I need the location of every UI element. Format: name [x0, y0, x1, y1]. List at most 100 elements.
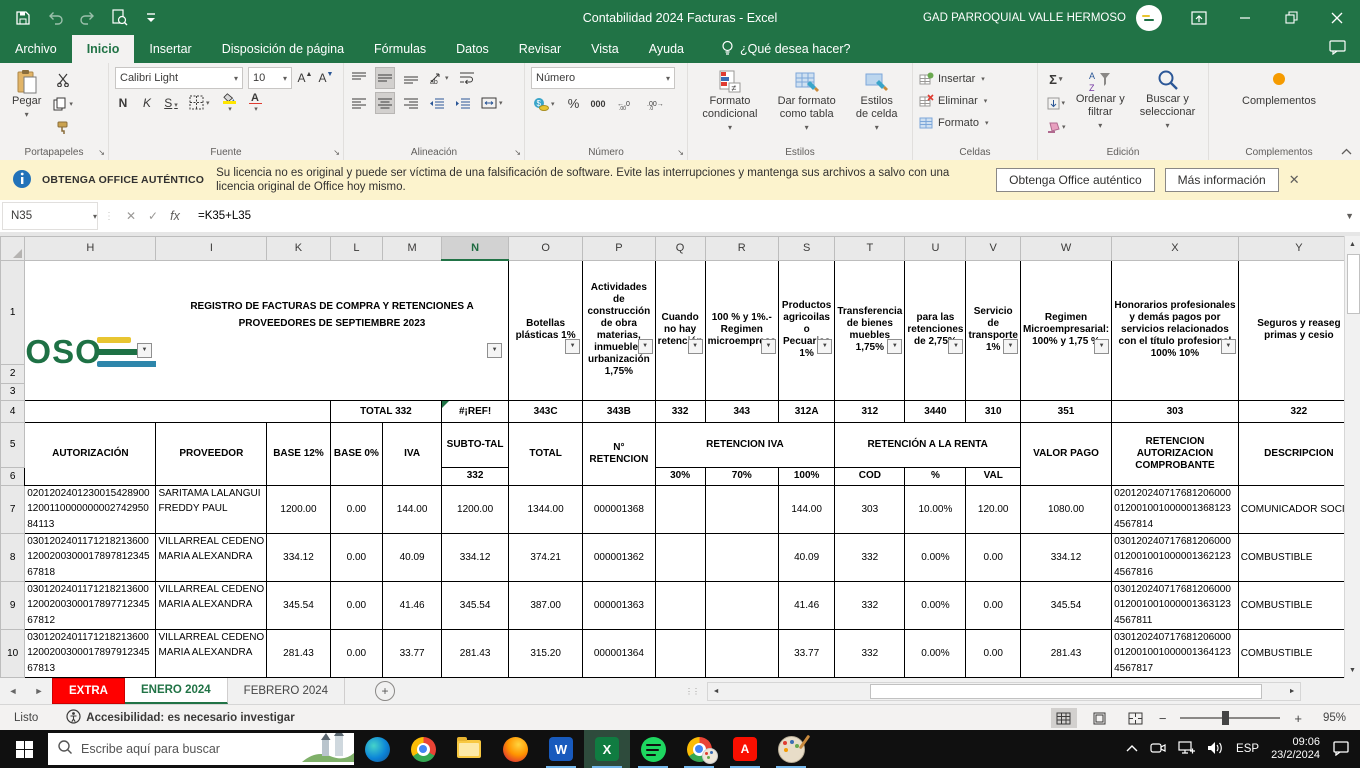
bold-button[interactable]: N [115, 96, 131, 110]
orientation-icon[interactable]: ab [427, 68, 451, 88]
table-cell[interactable]: 345.54 [442, 581, 509, 629]
filter-dropdown-v[interactable] [1003, 339, 1018, 354]
table-cell[interactable]: 0.00 [330, 533, 382, 581]
table-cell[interactable]: 374.21 [509, 533, 583, 581]
table-cell[interactable]: 000001363 [583, 581, 655, 629]
table-cell[interactable]: 345.54 [267, 581, 330, 629]
col-header-Y[interactable]: Y [1238, 237, 1359, 261]
decrease-font-icon[interactable]: A▼ [318, 71, 334, 85]
table-cell[interactable]: 33.77 [383, 629, 442, 677]
filter-dropdown-p[interactable] [638, 339, 653, 354]
header-microempresa[interactable]: 100 % y 1%.- Regimen microempresa [705, 260, 778, 400]
zoom-slider-thumb[interactable] [1222, 711, 1229, 725]
table-cell[interactable]: VILLARREAL CEDENO MARIA ALEXANDRA [156, 533, 267, 581]
cancel-icon[interactable]: ✕ [120, 209, 142, 223]
underline-button[interactable]: S [163, 96, 179, 110]
more-info-button[interactable]: Más información [1165, 168, 1279, 192]
format-cells-button[interactable]: Formato [919, 113, 1031, 132]
col-header-P[interactable]: P [583, 237, 655, 261]
ref-error-cell[interactable]: #¡REF! [442, 400, 509, 422]
col-header-W[interactable]: W [1020, 237, 1111, 261]
table-cell[interactable]: 10.00% [905, 485, 966, 533]
header-honorarios[interactable]: Honorarios profesionales y demás pagos p… [1112, 260, 1239, 400]
collapse-ribbon-icon[interactable] [1341, 147, 1352, 158]
table-cell[interactable]: 0.00 [330, 629, 382, 677]
insert-function-icon[interactable]: fx [164, 209, 186, 223]
sheet-tab-febrero[interactable]: FEBRERO 2024 [228, 678, 345, 704]
sheet-tab-extra[interactable]: EXTRA [52, 678, 125, 704]
clear-icon[interactable] [1044, 117, 1068, 137]
tab-formulas[interactable]: Fórmulas [359, 35, 441, 63]
row-header-5[interactable]: 5 [1, 422, 25, 467]
table-cell[interactable] [655, 629, 705, 677]
filter-dropdown-title[interactable] [487, 343, 502, 358]
row-header-9[interactable]: 9 [1, 581, 25, 629]
avatar[interactable] [1136, 5, 1162, 31]
header-botellas[interactable]: Botellas plásticas 1% [509, 260, 583, 400]
total-332-cell[interactable]: TOTAL 332 [330, 400, 441, 422]
italic-button[interactable]: K [139, 96, 155, 110]
table-cell[interactable]: 315.20 [509, 629, 583, 677]
table-cell[interactable] [655, 581, 705, 629]
page-layout-view-icon[interactable] [1087, 708, 1113, 728]
table-cell[interactable]: 0.00 [966, 581, 1020, 629]
table-cell[interactable] [156, 400, 267, 422]
header-construccion[interactable]: Actividades de construcción de obra mate… [583, 260, 655, 400]
filter-dropdown-r[interactable] [761, 339, 776, 354]
align-top-icon[interactable] [350, 68, 368, 88]
header-base0[interactable]: BASE 0% [330, 422, 382, 485]
table-cell[interactable] [705, 533, 778, 581]
col-header-Q[interactable]: Q [655, 237, 705, 261]
decrease-indent-icon[interactable] [427, 93, 446, 113]
find-select-button[interactable]: Buscar y seleccionar [1133, 67, 1202, 137]
warning-close-icon[interactable]: ✕ [1289, 172, 1300, 188]
header-val[interactable]: VAL [966, 467, 1020, 485]
table-cell[interactable]: 0.00% [905, 581, 966, 629]
vertical-scroll-thumb[interactable] [1347, 254, 1360, 314]
header-100[interactable]: 100% [778, 467, 834, 485]
network-icon[interactable] [1178, 741, 1195, 758]
merge-center-icon[interactable] [479, 93, 505, 113]
tab-vista[interactable]: Vista [576, 35, 634, 63]
col-header-T[interactable]: T [835, 237, 905, 261]
chrome-icon[interactable] [400, 730, 446, 768]
filter-dropdown-o[interactable] [565, 339, 580, 354]
table-cell[interactable]: 0301202407176812060000120010010000013621… [1112, 533, 1239, 581]
table-cell[interactable]: 1344.00 [509, 485, 583, 533]
start-button[interactable] [0, 730, 48, 768]
table-cell[interactable] [705, 629, 778, 677]
borders-icon[interactable] [187, 93, 212, 113]
tab-inicio[interactable]: Inicio [72, 35, 135, 63]
accessibility-status[interactable]: Accesibilidad: es necesario investigar [66, 709, 294, 727]
clipboard-dialog-launcher[interactable]: ↘ [98, 148, 105, 157]
number-dialog-launcher[interactable]: ↘ [677, 148, 684, 157]
table-cell[interactable]: 40.09 [383, 533, 442, 581]
align-left-icon[interactable] [350, 93, 368, 113]
comma-style-button[interactable]: 000 [591, 99, 606, 109]
header-retencion-renta[interactable]: RETENCIÓN A LA RENTA [835, 422, 1021, 467]
table-cell[interactable]: 334.12 [442, 533, 509, 581]
header-base12[interactable]: BASE 12% [267, 422, 330, 485]
sort-filter-button[interactable]: AZ Ordenar y filtrar [1068, 67, 1134, 137]
col-header-L[interactable]: L [330, 237, 382, 261]
word-icon[interactable]: W [538, 730, 584, 768]
decrease-decimal-icon[interactable]: .00→.0 [645, 94, 666, 114]
language-indicator[interactable]: ESP [1236, 743, 1259, 755]
table-cell[interactable] [655, 533, 705, 581]
tab-ayuda[interactable]: Ayuda [634, 35, 699, 63]
header-pct[interactable]: % [905, 467, 966, 485]
table-cell[interactable]: 000001368 [583, 485, 655, 533]
col-header-S[interactable]: S [778, 237, 834, 261]
header-retencion-iva[interactable]: RETENCION IVA [655, 422, 835, 467]
header-70[interactable]: 70% [705, 467, 778, 485]
table-cell[interactable]: COMBUSTIBLE [1238, 533, 1359, 581]
table-cell[interactable]: 332 [835, 581, 905, 629]
increase-decimal-icon[interactable]: ←.0.00 [615, 94, 636, 114]
font-name-select[interactable]: Calibri Light [115, 67, 243, 89]
col-header-K[interactable]: K [267, 237, 330, 261]
row-header-3[interactable]: 3 [1, 383, 25, 400]
spotify-icon[interactable] [630, 730, 676, 768]
chrome-profile-icon[interactable] [676, 730, 722, 768]
table-cell[interactable]: 281.43 [267, 629, 330, 677]
table-cell[interactable]: COMUNICADOR SOCIAL [1238, 485, 1359, 533]
